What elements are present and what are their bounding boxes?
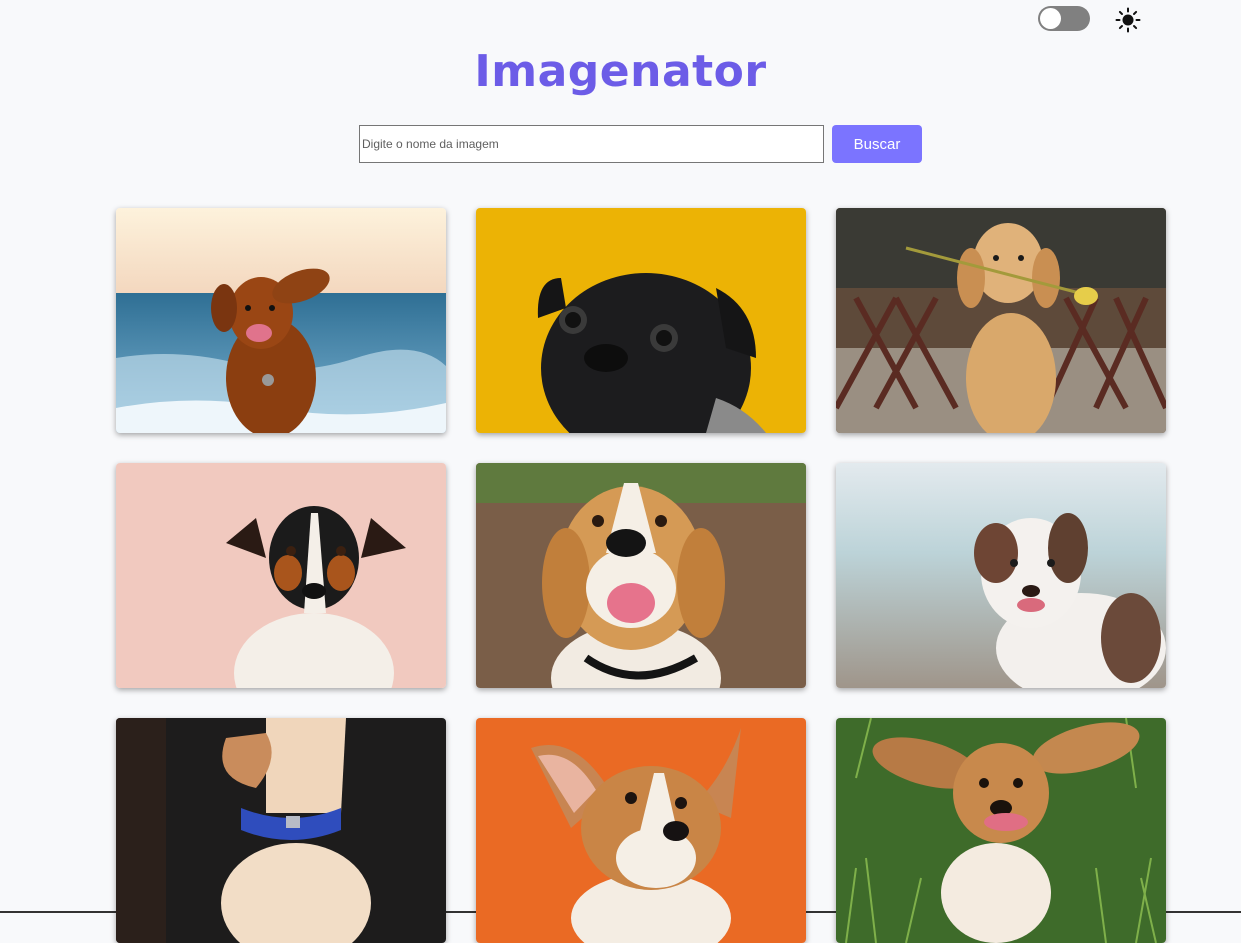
search-input[interactable] xyxy=(359,125,824,163)
image-gallery xyxy=(116,208,1166,943)
golden-retriever-flower-icon xyxy=(836,208,1166,433)
image-card-corgi[interactable] xyxy=(476,718,806,943)
jack-russell-pink-icon xyxy=(116,463,446,688)
pug-yellow-icon xyxy=(476,208,806,433)
corgi-orange-icon xyxy=(476,718,806,943)
sun-icon[interactable] xyxy=(1115,7,1141,33)
image-card-dog-beach[interactable] xyxy=(116,208,446,433)
image-card-spaniel[interactable] xyxy=(836,718,1166,943)
dog-beach-icon xyxy=(116,208,446,433)
image-card-beagle[interactable] xyxy=(476,463,806,688)
image-card-pug[interactable] xyxy=(476,208,806,433)
page-title: Imagenator xyxy=(474,46,767,97)
image-card-australian-shepherd[interactable] xyxy=(836,463,1166,688)
spaniel-grass-icon xyxy=(836,718,1166,943)
australian-shepherd-icon xyxy=(836,463,1166,688)
beagle-icon xyxy=(476,463,806,688)
search-button[interactable]: Buscar xyxy=(832,125,922,163)
toggle-knob xyxy=(1040,8,1061,29)
image-card-golden-retriever[interactable] xyxy=(836,208,1166,433)
dog-blue-collar-icon xyxy=(116,718,446,943)
theme-toggle[interactable] xyxy=(1038,6,1090,31)
image-card-jack-russell[interactable] xyxy=(116,463,446,688)
image-card-dog-collar[interactable] xyxy=(116,718,446,943)
